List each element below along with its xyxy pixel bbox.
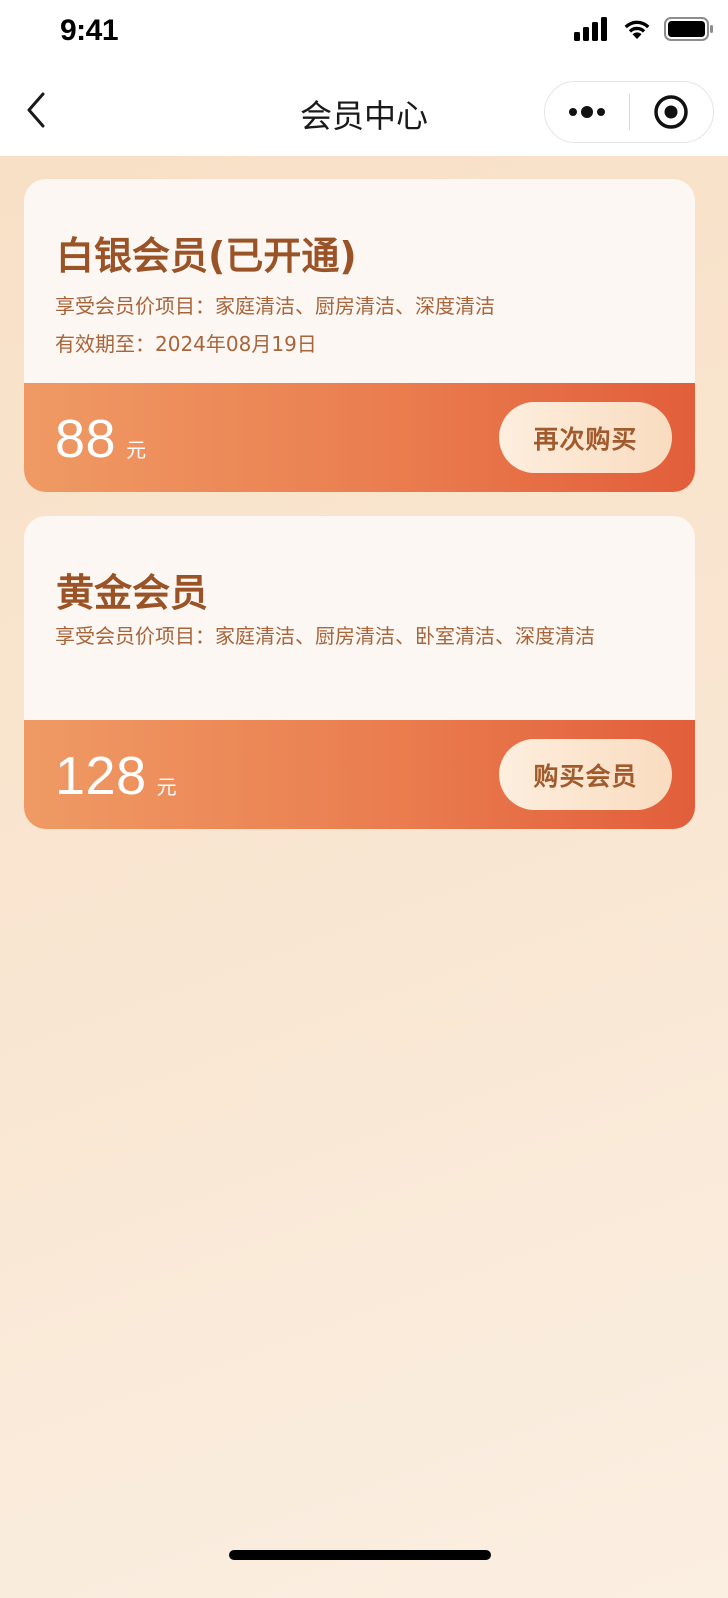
- wifi-icon: [624, 20, 650, 39]
- price: 88 元: [55, 408, 146, 470]
- membership-card-gold: 黄金会员 享受会员价项目：家庭清洁、厨房清洁、卧室清洁、深度清洁 128 元 购…: [24, 516, 695, 829]
- membership-validity: 有效期至：2024年08月19日: [55, 332, 317, 356]
- membership-benefits: 享受会员价项目：家庭清洁、厨房清洁、深度清洁: [55, 294, 495, 318]
- signal-icon: [574, 17, 607, 41]
- status-bar: 9:41: [0, 0, 728, 64]
- price-band: 128 元 购买会员: [24, 720, 695, 829]
- mini-program-capsule: [544, 81, 714, 143]
- price-amount: 128: [55, 746, 147, 806]
- buy-membership-button[interactable]: 购买会员: [499, 739, 672, 810]
- membership-title: 白银会员(已开通): [56, 234, 357, 278]
- price-amount: 88: [55, 409, 117, 469]
- membership-card-silver: 白银会员(已开通) 享受会员价项目：家庭清洁、厨房清洁、深度清洁 有效期至：20…: [24, 179, 695, 492]
- membership-title: 黄金会员: [56, 571, 209, 615]
- card-info: 白银会员(已开通) 享受会员价项目：家庭清洁、厨房清洁、深度清洁 有效期至：20…: [24, 179, 695, 383]
- price: 128 元: [55, 745, 177, 807]
- price-unit: 元: [156, 775, 177, 799]
- rebuy-button[interactable]: 再次购买: [499, 402, 672, 473]
- price-band: 88 元 再次购买: [24, 383, 695, 492]
- card-info: 黄金会员 享受会员价项目：家庭清洁、厨房清洁、卧室清洁、深度清洁: [24, 516, 695, 720]
- membership-benefits: 享受会员价项目：家庭清洁、厨房清洁、卧室清洁、深度清洁: [55, 624, 595, 648]
- more-button[interactable]: [545, 82, 629, 142]
- status-time: 9:41: [60, 14, 119, 47]
- status-icons: [574, 14, 714, 44]
- nav-bar: 会员中心: [0, 64, 728, 156]
- target-circle-icon: [654, 95, 688, 129]
- home-indicator: [229, 1550, 491, 1560]
- battery-icon: [664, 17, 713, 41]
- more-dots-icon: [568, 106, 605, 118]
- close-mini-program-button[interactable]: [630, 82, 714, 142]
- price-unit: 元: [126, 438, 147, 462]
